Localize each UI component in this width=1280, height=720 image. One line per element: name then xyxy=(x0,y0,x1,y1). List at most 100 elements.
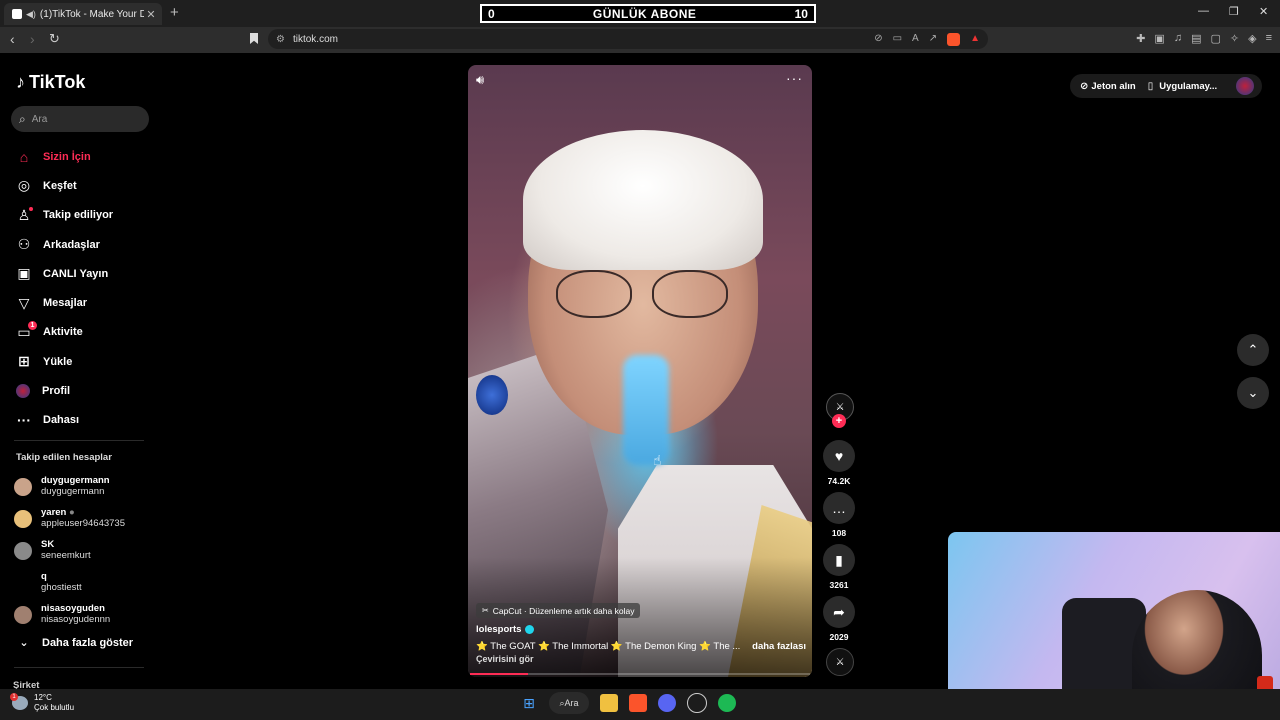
sidebar-item-messages[interactable]: ▽ Mesajlar xyxy=(14,288,154,317)
back-icon[interactable]: ‹ xyxy=(10,31,15,47)
sidebar-item-following[interactable]: ♙ Takip ediliyor xyxy=(14,201,154,230)
get-coins-button[interactable]: Jeton alın xyxy=(1091,81,1135,92)
weather-widget[interactable]: 1 12°C Çok bulutlu xyxy=(10,693,74,713)
media-icon[interactable]: ♫ xyxy=(1174,32,1182,45)
avatar xyxy=(14,605,32,624)
account-name: duygugermann xyxy=(41,475,110,486)
file-explorer-icon[interactable] xyxy=(600,694,618,712)
sidebar-item-more[interactable]: ··· Dahası xyxy=(14,406,154,435)
account-name: yaren ● xyxy=(41,507,75,518)
profile-icon xyxy=(16,384,30,399)
status-dot-icon: ● xyxy=(69,507,75,518)
brave-browser-icon[interactable] xyxy=(629,694,647,712)
no-media-icon[interactable]: ⊘ xyxy=(874,33,882,46)
windows-start-icon[interactable]: ⊞ xyxy=(520,694,538,712)
sidebar-item-activity[interactable]: ▭ 1 Aktivite xyxy=(14,318,154,347)
sidebar-item-label: CANLI Yayın xyxy=(43,267,109,280)
cloud-icon: 1 xyxy=(10,693,28,710)
comment-button[interactable]: … 108 xyxy=(822,492,856,538)
avatar[interactable] xyxy=(1236,77,1254,95)
like-button[interactable]: ♥ 74.2K xyxy=(822,440,856,486)
sidebar-item-profile[interactable]: Profil xyxy=(14,376,154,405)
following-account[interactable]: duygugermann duygugermann xyxy=(14,475,154,498)
following-account[interactable]: nisasoyguden nisasoygudennn xyxy=(14,603,154,626)
account-username: seneemkurt xyxy=(41,550,91,561)
activity-badge: 1 xyxy=(28,320,37,330)
taskbar-search-label: Ara xyxy=(564,698,579,708)
video-options-icon[interactable]: ··· xyxy=(786,70,803,86)
following-account[interactable]: q ghostiestt xyxy=(14,571,154,594)
search-placeholder: Ara xyxy=(31,113,48,125)
speaker-icon[interactable]: ◀) xyxy=(26,9,36,20)
translate-icon[interactable]: A xyxy=(912,33,919,46)
forward-icon[interactable]: › xyxy=(30,31,35,47)
tiktok-favicon-icon xyxy=(12,9,22,19)
vpn-icon[interactable]: ◈ xyxy=(1248,32,1256,45)
share-button[interactable]: ➦ 2029 xyxy=(822,596,856,642)
volume-icon[interactable]: 🔊︎ xyxy=(476,72,484,88)
subscriber-counter-overlay: 0 GÜNLÜK ABONE 10 xyxy=(480,4,816,23)
close-window-icon[interactable]: ✕ xyxy=(1259,5,1268,18)
account-username: appleuser94643735 xyxy=(41,518,125,529)
sidebar-item-for-you[interactable]: ⌂ Sizin İçin xyxy=(14,142,154,171)
bookmark-icon[interactable] xyxy=(250,33,258,44)
discord-icon[interactable] xyxy=(658,694,676,712)
avatar xyxy=(14,477,32,496)
account-name: nisasoyguden xyxy=(41,603,105,614)
sidebar-item-friends[interactable]: ⚇ Arkadaşlar xyxy=(14,230,154,259)
search-input[interactable]: ⌕ Ara xyxy=(11,106,149,132)
screenshot-icon[interactable]: ▣ xyxy=(1154,32,1164,45)
next-video-button[interactable]: ⌄ xyxy=(1237,377,1269,409)
translate-link[interactable]: Çevirisini gör xyxy=(476,654,534,664)
brave-rewards-icon[interactable]: ▲ xyxy=(970,33,980,46)
capcut-text: CapCut · Düzenleme artık daha kolay xyxy=(492,605,635,616)
sidebar-item-live[interactable]: ▣ CANLI Yayın xyxy=(14,259,154,288)
minimize-icon[interactable]: — xyxy=(1198,5,1209,17)
account-name: q xyxy=(41,571,47,582)
extensions-icon[interactable]: ✚ xyxy=(1136,32,1145,45)
share-icon[interactable]: ↗ xyxy=(929,33,937,46)
following-account[interactable]: SK seneemkurt xyxy=(14,539,154,562)
sidebar-item-upload[interactable]: ⊞ Yükle xyxy=(14,347,154,376)
site-settings-icon[interactable]: ⚙ xyxy=(276,34,285,45)
sidebar-item-explore[interactable]: ◎ Keşfet xyxy=(14,171,154,200)
sidebar-icon[interactable]: ▤ xyxy=(1191,32,1201,45)
spotify-icon[interactable] xyxy=(718,694,736,712)
new-tab-button[interactable]: + xyxy=(170,4,179,21)
video-player[interactable] xyxy=(468,65,812,677)
sidebar-item-label: Keşfet xyxy=(43,179,77,192)
capcut-label[interactable]: ✂ CapCut · Düzenleme artık daha kolay xyxy=(476,603,641,618)
video-description: ⭐ The GOAT ⭐ The Immortal ⭐ The Demon Ki… xyxy=(476,641,806,652)
comment-icon: … xyxy=(823,492,855,524)
more-link[interactable]: daha fazlası xyxy=(752,641,806,652)
sidebar-item-label: Dahası xyxy=(43,414,80,427)
avatar xyxy=(14,573,32,592)
video-progress-bar[interactable] xyxy=(470,673,810,675)
chevron-down-icon: ⌄ xyxy=(19,637,29,649)
maximize-icon[interactable]: ❐ xyxy=(1229,5,1239,18)
leo-icon[interactable]: ✧ xyxy=(1230,32,1239,45)
url-field[interactable]: ⚙ tiktok.com ⊘ ▭ A ↗ ▲ xyxy=(268,29,988,49)
cast-icon[interactable]: ▭ xyxy=(893,33,902,46)
previous-video-button[interactable]: ⌃ xyxy=(1237,334,1269,366)
address-bar-row: ‹ › ↻ ⚙ tiktok.com ⊘ ▭ A ↗ ▲ ✚ ▣ ♫ ▤ ▢ ✧… xyxy=(0,27,1280,53)
save-button[interactable]: ▮ 3261 xyxy=(822,544,856,590)
follow-button[interactable]: + xyxy=(832,414,846,428)
url-text: tiktok.com xyxy=(292,33,338,45)
menu-icon[interactable]: ≡ xyxy=(1266,32,1272,45)
following-account[interactable]: yaren ● appleuser94643735 xyxy=(14,507,154,530)
close-tab-icon[interactable]: ✕ xyxy=(144,8,158,21)
browser-tab[interactable]: ◀) (1)TikTok - Make Your Day ✕ xyxy=(4,3,162,25)
video-author[interactable]: lolesports xyxy=(476,624,535,635)
description-text: ⭐ The GOAT ⭐ The Immortal ⭐ The Demon Ki… xyxy=(476,641,741,652)
get-app-button[interactable]: Uygulamay... xyxy=(1159,81,1217,92)
save-count: 3261 xyxy=(829,580,849,590)
wallet-icon[interactable]: ▢ xyxy=(1210,32,1220,45)
taskbar-search[interactable]: ⌕ Ara xyxy=(549,692,589,714)
steam-icon[interactable] xyxy=(687,693,707,713)
brave-shield-icon[interactable] xyxy=(947,32,961,46)
reload-icon[interactable]: ↻ xyxy=(49,31,60,47)
show-more-button[interactable]: ⌄ Daha fazla göster xyxy=(16,636,133,650)
music-disc[interactable]: ⚔ xyxy=(826,648,854,676)
tiktok-logo[interactable]: ♪ TikTok xyxy=(16,72,85,93)
